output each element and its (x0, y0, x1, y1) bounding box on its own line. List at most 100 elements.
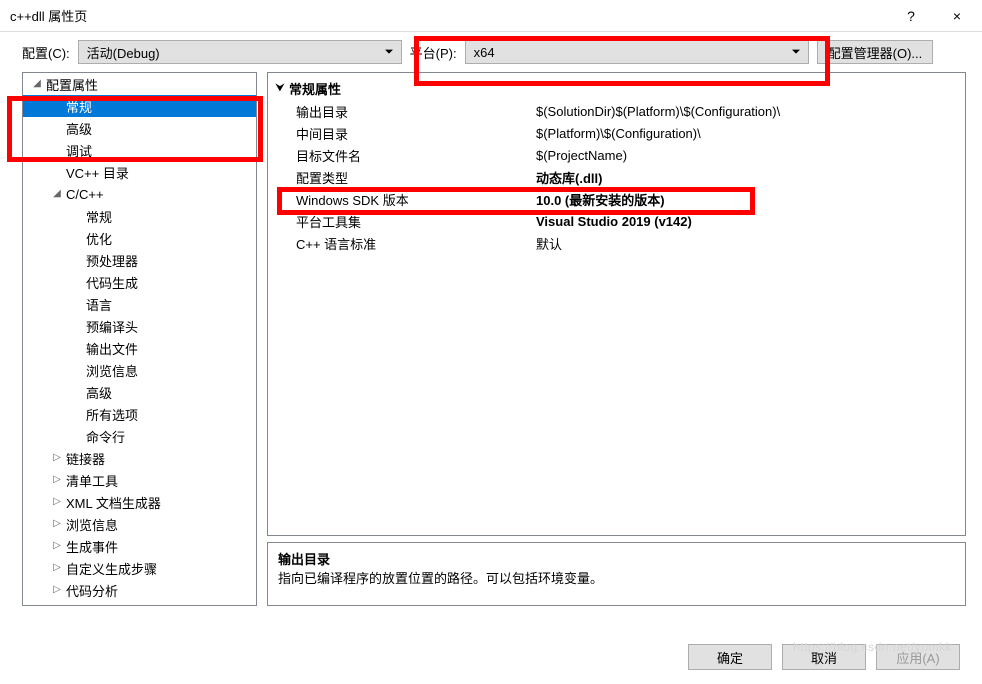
tree-item-label: 常规 (66, 97, 92, 116)
expander-icon: ▷ (51, 540, 63, 552)
tree-item[interactable]: 输出文件 (23, 337, 256, 359)
tree-item[interactable]: 调试 (23, 139, 256, 161)
expander-icon (71, 408, 83, 420)
expander-icon: ▷ (51, 518, 63, 530)
expander-icon (71, 232, 83, 244)
expander-icon (51, 100, 63, 112)
tree-item[interactable]: 预处理器 (23, 249, 256, 271)
property-key: C++ 语言标准 (296, 234, 536, 253)
tree-item-label: 优化 (86, 229, 112, 248)
tree-item[interactable]: 常规 (23, 95, 256, 117)
property-key: 中间目录 (296, 124, 536, 143)
help-title: 输出目录 (278, 549, 955, 568)
expander-icon (51, 122, 63, 134)
property-row[interactable]: 配置类型动态库(.dll) (268, 166, 965, 188)
expander-icon: ◢ (51, 188, 63, 200)
right-panel: ⮟常规属性 输出目录$(SolutionDir)$(Platform)\$(Co… (267, 72, 966, 606)
tree-item[interactable]: ▷浏览信息 (23, 513, 256, 535)
tree-item[interactable]: ▷XML 文档生成器 (23, 491, 256, 513)
property-key: 配置类型 (296, 168, 536, 187)
tree-item[interactable]: 优化 (23, 227, 256, 249)
expander-icon (51, 166, 63, 178)
tree-item-label: 预编译头 (86, 317, 138, 336)
tree-item-label: 语言 (86, 295, 112, 314)
property-value: 10.0 (最新安装的版本) (536, 190, 961, 209)
tree-item-label: C/C++ (66, 187, 104, 202)
tree-item[interactable]: 常规 (23, 205, 256, 227)
expander-icon: ▷ (51, 452, 63, 464)
property-value: 默认 (536, 234, 961, 253)
tree-root[interactable]: ◢配置属性 (23, 73, 256, 95)
tree-item-label: 代码分析 (66, 581, 118, 600)
tree-item[interactable]: VC++ 目录 (23, 161, 256, 183)
property-key: Windows SDK 版本 (296, 190, 536, 209)
tree-item[interactable]: ◢C/C++ (23, 183, 256, 205)
expander-icon (71, 298, 83, 310)
tree-item[interactable]: ▷清单工具 (23, 469, 256, 491)
config-label: 配置(C): (22, 43, 70, 62)
property-value: $(Platform)\$(Configuration)\ (536, 126, 961, 141)
tree-scroll[interactable]: ◢配置属性 常规高级调试VC++ 目录◢C/C++常规优化预处理器代码生成语言预… (23, 73, 256, 605)
chevron-down-icon: ⮟ (274, 83, 286, 95)
tree-item[interactable]: 语言 (23, 293, 256, 315)
tree-item-label: 代码生成 (86, 273, 138, 292)
help-panel: 输出目录 指向已编译程序的放置位置的路径。可以包括环境变量。 (267, 542, 966, 606)
expander-icon (71, 430, 83, 442)
tree-item-label: 清单工具 (66, 471, 118, 490)
tree-item-label: 常规 (86, 207, 112, 226)
tree-item-label: 调试 (66, 141, 92, 160)
property-row[interactable]: 输出目录$(SolutionDir)$(Platform)\$(Configur… (268, 100, 965, 122)
property-value: $(ProjectName) (536, 148, 961, 163)
tree-item-label: 高级 (86, 383, 112, 402)
tree-item-label: 链接器 (66, 449, 105, 468)
platform-select[interactable]: x64 (465, 40, 809, 64)
tree-item[interactable]: ▷自定义生成步骤 (23, 557, 256, 579)
tree-item[interactable]: 代码生成 (23, 271, 256, 293)
platform-label: 平台(P): (410, 43, 457, 62)
property-row[interactable]: 目标文件名$(ProjectName) (268, 144, 965, 166)
ok-button[interactable]: 确定 (688, 644, 772, 670)
property-grid[interactable]: ⮟常规属性 输出目录$(SolutionDir)$(Platform)\$(Co… (267, 72, 966, 536)
tree-item[interactable]: 高级 (23, 381, 256, 403)
tree-item[interactable]: 浏览信息 (23, 359, 256, 381)
property-row[interactable]: 中间目录$(Platform)\$(Configuration)\ (268, 122, 965, 144)
property-value: Visual Studio 2019 (v142) (536, 214, 961, 229)
help-description: 指向已编译程序的放置位置的路径。可以包括环境变量。 (278, 568, 955, 587)
tree-item[interactable]: ▷生成事件 (23, 535, 256, 557)
apply-button[interactable]: 应用(A) (876, 644, 960, 670)
expander-icon (71, 254, 83, 266)
tree-item-label: 浏览信息 (66, 515, 118, 534)
expander-icon (71, 386, 83, 398)
config-select[interactable]: 活动(Debug) (78, 40, 402, 64)
tree-item-label: 命令行 (86, 427, 125, 446)
property-value: $(SolutionDir)$(Platform)\$(Configuratio… (536, 104, 961, 119)
tree-item[interactable]: 高级 (23, 117, 256, 139)
tree-item-label: 高级 (66, 119, 92, 138)
expander-icon: ◢ (31, 78, 43, 90)
toolbar: 配置(C): 活动(Debug) 平台(P): x64 配置管理器(O)... (0, 32, 982, 72)
config-manager-button[interactable]: 配置管理器(O)... (817, 40, 934, 64)
help-button[interactable]: ? (888, 1, 934, 31)
tree-item-label: 输出文件 (86, 339, 138, 358)
tree-item[interactable]: 预编译头 (23, 315, 256, 337)
tree-item-label: 生成事件 (66, 537, 118, 556)
titlebar: c++dll 属性页 ? × (0, 0, 982, 32)
tree-item-label: 浏览信息 (86, 361, 138, 380)
property-row[interactable]: Windows SDK 版本10.0 (最新安装的版本) (268, 188, 965, 210)
group-header[interactable]: ⮟常规属性 (268, 77, 965, 100)
property-row[interactable]: 平台工具集Visual Studio 2019 (v142) (268, 210, 965, 232)
tree-item[interactable]: ▷链接器 (23, 447, 256, 469)
property-value: 动态库(.dll) (536, 168, 961, 187)
tree-item[interactable]: ▷代码分析 (23, 579, 256, 601)
tree-item[interactable]: 所有选项 (23, 403, 256, 425)
tree-item-label: 预处理器 (86, 251, 138, 270)
tree-item-label: XML 文档生成器 (66, 493, 161, 512)
property-key: 输出目录 (296, 102, 536, 121)
tree-item[interactable]: 命令行 (23, 425, 256, 447)
expander-icon (71, 342, 83, 354)
tree-panel: ◢配置属性 常规高级调试VC++ 目录◢C/C++常规优化预处理器代码生成语言预… (22, 72, 257, 606)
cancel-button[interactable]: 取消 (782, 644, 866, 670)
close-button[interactable]: × (934, 1, 980, 31)
expander-icon (71, 364, 83, 376)
property-row[interactable]: C++ 语言标准默认 (268, 232, 965, 254)
